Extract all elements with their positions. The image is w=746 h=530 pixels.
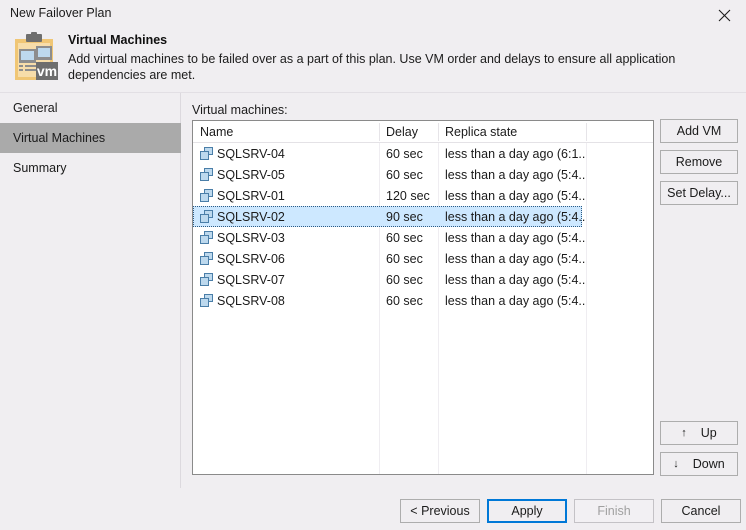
- cell-vm-name: SQLSRV-03: [200, 227, 380, 248]
- cell-vm-name: SQLSRV-08: [200, 290, 380, 311]
- cell-replica-state: less than a day ago (5:4...: [445, 185, 585, 206]
- virtual-machine-icon: [200, 147, 217, 161]
- table-header-row: Name Delay Replica state: [193, 121, 653, 143]
- cell-delay: 60 sec: [386, 269, 441, 290]
- cell-delay: 60 sec: [386, 248, 441, 269]
- sidebar-item-virtual-machines[interactable]: Virtual Machines: [0, 123, 181, 153]
- cell-replica-state: less than a day ago (5:4...: [445, 248, 585, 269]
- cell-replica-state: less than a day ago (5:4...: [445, 206, 585, 227]
- column-header-delay[interactable]: Delay: [379, 121, 438, 143]
- sidebar-item-label: Summary: [13, 161, 66, 175]
- svg-text:vm: vm: [37, 63, 57, 79]
- cell-replica-state: less than a day ago (5:4...: [445, 227, 585, 248]
- wizard-step-sidebar: General Virtual Machines Summary: [0, 93, 181, 488]
- virtual-machine-icon: [200, 294, 217, 308]
- virtual-machine-icon: [200, 231, 217, 245]
- close-icon[interactable]: [702, 0, 746, 30]
- virtual-machine-icon: [200, 168, 217, 182]
- table-body: SQLSRV-0460 secless than a day ago (6:1.…: [193, 143, 653, 311]
- arrow-down-icon: ↓: [673, 459, 679, 470]
- cell-delay: 60 sec: [386, 290, 441, 311]
- cell-vm-name: SQLSRV-02: [200, 206, 380, 227]
- table-row[interactable]: SQLSRV-05 60 secless than a day ago (5:4.…: [193, 164, 653, 185]
- sidebar-item-label: Virtual Machines: [13, 131, 105, 145]
- cancel-button[interactable]: Cancel: [661, 499, 741, 523]
- cell-vm-name: SQLSRV-06: [200, 248, 380, 269]
- vm-name-label: SQLSRV-02: [217, 210, 285, 224]
- cell-replica-state: less than a day ago (5:4...: [445, 290, 585, 311]
- table-row[interactable]: SQLSRV-06 60 secless than a day ago (5:4.…: [193, 248, 653, 269]
- table-row[interactable]: SQLSRV-04 60 secless than a day ago (6:1.…: [193, 143, 653, 164]
- move-up-label: Up: [701, 426, 717, 440]
- column-header-replica-state[interactable]: Replica state: [438, 121, 586, 143]
- apply-button[interactable]: Apply: [487, 499, 567, 523]
- virtual-machine-icon: [200, 189, 217, 203]
- title-bar: New Failover Plan: [0, 0, 746, 30]
- cell-vm-name: SQLSRV-04: [200, 143, 380, 164]
- remove-button[interactable]: Remove: [660, 150, 738, 174]
- window-title: New Failover Plan: [10, 6, 111, 20]
- header-title: Virtual Machines: [68, 33, 167, 47]
- sidebar-item-general[interactable]: General: [0, 93, 181, 123]
- cell-delay: 60 sec: [386, 227, 441, 248]
- virtual-machine-icon: [200, 273, 217, 287]
- cell-replica-state: less than a day ago (5:4...: [445, 164, 585, 185]
- virtual-machines-table[interactable]: Name Delay Replica state SQLSRV-04 60 sec…: [192, 120, 654, 475]
- move-down-label: Down: [693, 457, 725, 471]
- virtual-machine-icon: [200, 252, 217, 266]
- previous-button[interactable]: < Previous: [400, 499, 480, 523]
- vm-name-label: SQLSRV-05: [217, 168, 285, 182]
- cell-replica-state: less than a day ago (5:4...: [445, 269, 585, 290]
- cell-vm-name: SQLSRV-07: [200, 269, 380, 290]
- sidebar-item-label: General: [13, 101, 57, 115]
- table-row[interactable]: SQLSRV-08 60 secless than a day ago (5:4.…: [193, 290, 653, 311]
- vm-name-label: SQLSRV-04: [217, 147, 285, 161]
- set-delay-button[interactable]: Set Delay...: [660, 181, 738, 205]
- dialog-header: vm Virtual Machines Add virtual machines…: [0, 30, 746, 92]
- column-header-extra[interactable]: [586, 121, 653, 143]
- sidebar-item-summary[interactable]: Summary: [0, 153, 181, 183]
- cell-delay: 60 sec: [386, 164, 441, 185]
- cell-delay: 90 sec: [386, 206, 441, 227]
- table-row[interactable]: SQLSRV-03 60 secless than a day ago (5:4.…: [193, 227, 653, 248]
- move-up-button[interactable]: ↑ Up: [660, 421, 738, 445]
- cell-delay: 120 sec: [386, 185, 441, 206]
- arrow-up-icon: ↑: [681, 428, 687, 439]
- failover-plan-vm-icon: vm: [10, 32, 60, 82]
- header-description: Add virtual machines to be failed over a…: [68, 51, 736, 83]
- vm-name-label: SQLSRV-08: [217, 294, 285, 308]
- finish-button: Finish: [574, 499, 654, 523]
- cell-replica-state: less than a day ago (6:1...: [445, 143, 585, 164]
- vm-name-label: SQLSRV-03: [217, 231, 285, 245]
- table-row[interactable]: SQLSRV-07 60 secless than a day ago (5:4.…: [193, 269, 653, 290]
- table-row[interactable]: SQLSRV-02 90 secless than a day ago (5:4.…: [193, 206, 582, 227]
- cell-vm-name: SQLSRV-01: [200, 185, 380, 206]
- move-down-button[interactable]: ↓ Down: [660, 452, 738, 476]
- vm-name-label: SQLSRV-06: [217, 252, 285, 266]
- cell-vm-name: SQLSRV-05: [200, 164, 380, 185]
- add-vm-button[interactable]: Add VM: [660, 119, 738, 143]
- vm-name-label: SQLSRV-07: [217, 273, 285, 287]
- vm-name-label: SQLSRV-01: [217, 189, 285, 203]
- cell-delay: 60 sec: [386, 143, 441, 164]
- virtual-machines-label: Virtual machines:: [192, 103, 288, 117]
- virtual-machine-icon: [200, 210, 217, 224]
- table-row[interactable]: SQLSRV-01 120 secless than a day ago (5:4…: [193, 185, 653, 206]
- column-header-name[interactable]: Name: [193, 121, 379, 143]
